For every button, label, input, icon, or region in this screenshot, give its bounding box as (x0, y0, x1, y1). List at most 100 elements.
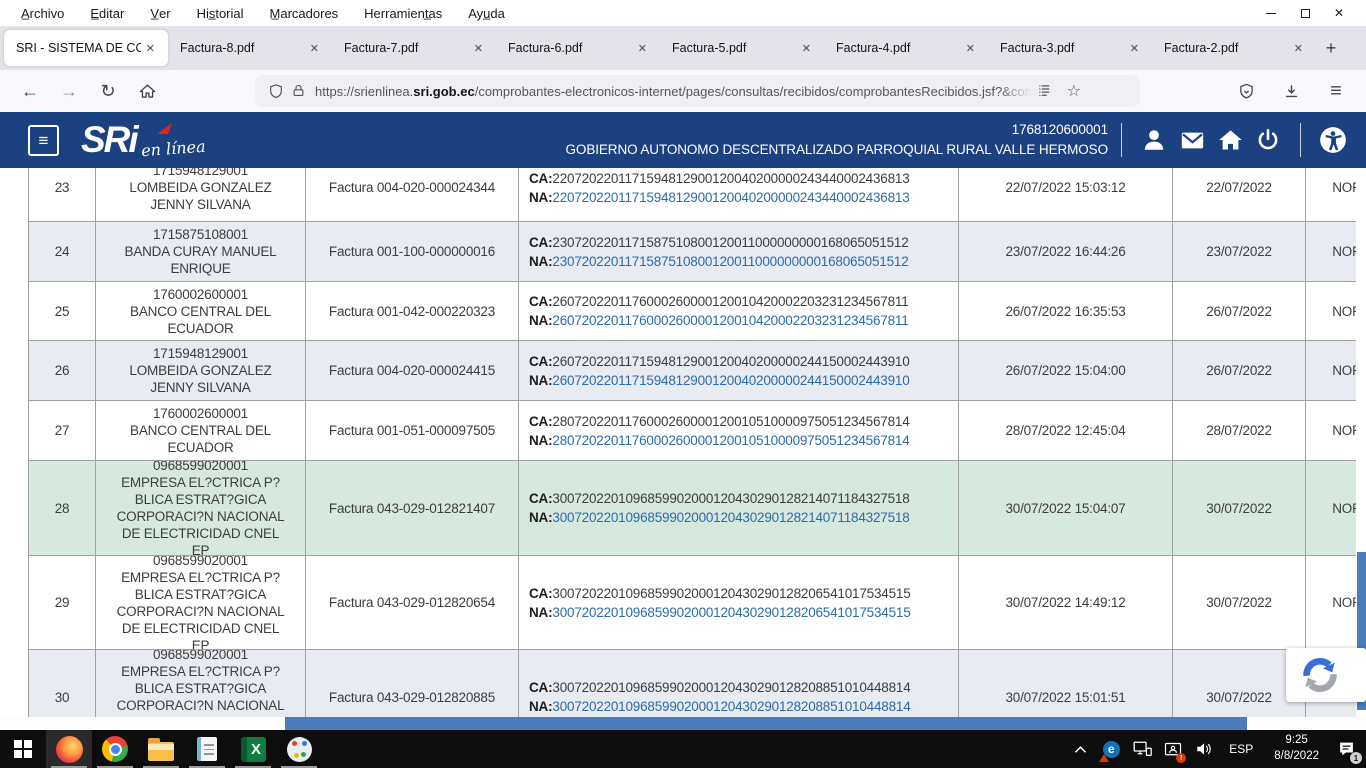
tab-close-icon[interactable]: ✕ (1125, 39, 1144, 58)
app-menu-icon[interactable]: ≡ (1318, 76, 1354, 106)
language-indicator[interactable]: ESP (1223, 742, 1259, 756)
tab-factura-pdf[interactable]: Factura-2.pdf ✕ (1152, 30, 1316, 66)
tab-close-icon[interactable]: ✕ (469, 39, 488, 58)
reload-button[interactable]: ↻ (90, 76, 126, 106)
sri-logo[interactable]: SRi en línea (81, 124, 205, 155)
tab-close-icon[interactable]: ✕ (797, 39, 816, 58)
table-row[interactable]: 27 1760002600001 BANCO CENTRAL DEL ECUAD… (29, 401, 1366, 461)
tab-title: Factura-2.pdf (1164, 41, 1289, 55)
tab-factura-pdf[interactable]: Factura-4.pdf ✕ (824, 30, 988, 66)
row-number-cell: 25 (29, 282, 96, 340)
tray-security-icon[interactable]: ! (1161, 734, 1185, 764)
tab-close-icon[interactable]: ✕ (305, 39, 324, 58)
chevron-up-icon (1074, 745, 1087, 754)
tray-expand-chevron[interactable] (1068, 734, 1092, 764)
bookmark-star-icon[interactable]: ☆ (1060, 78, 1088, 104)
profile-button[interactable] (1135, 121, 1173, 159)
ca-label: CA: (529, 680, 552, 695)
emitter-cell: 1715948129001 LOMBEIDA GONZALEZ JENNY SI… (96, 341, 306, 400)
ca-label: CA: (529, 354, 552, 369)
emitter-name: LOMBEIDA GONZALEZ JENNY SILVANA (116, 362, 285, 396)
emitter-ruc: 0968599020001 (153, 650, 248, 663)
table-row[interactable]: 29 0968599020001 EMPRESA EL?CTRICA P?BLI… (29, 556, 1366, 650)
action-center-button[interactable]: 1 (1334, 734, 1358, 764)
table-row[interactable]: 25 1760002600001 BANCO CENTRAL DEL ECUAD… (29, 282, 1366, 341)
messages-button[interactable] (1173, 121, 1211, 159)
authorization-date-cell: 26/07/2022 16:35:53 (959, 282, 1173, 340)
accessibility-button[interactable] (1314, 121, 1352, 159)
taskbar-explorer-button[interactable] (138, 730, 184, 768)
taskbar-notepad-button[interactable] (184, 730, 230, 768)
tab-factura-pdf[interactable]: Factura-5.pdf ✕ (660, 30, 824, 66)
maximize-button[interactable] (1288, 2, 1322, 24)
taskbar-paint-button[interactable] (276, 730, 322, 768)
na-link[interactable]: 3007202201096859902000120430290128214071… (552, 510, 909, 525)
tab-close-icon[interactable]: ✕ (141, 39, 160, 58)
tab-close-icon[interactable]: ✕ (961, 39, 980, 58)
tab-close-icon[interactable]: ✕ (633, 39, 652, 58)
menu-ayuda[interactable]: Ayu̲da (455, 3, 518, 24)
sidebar-hamburger-button[interactable]: ≡ (28, 125, 59, 156)
na-link[interactable]: 2807202201176000260000120010510000975051… (552, 433, 909, 448)
taskbar-clock[interactable]: 9:25 8/8/2022 (1266, 733, 1327, 764)
table-row[interactable]: 24 1715875108001 BANDA CURAY MANUEL ENRI… (29, 222, 1366, 282)
taskbar-chrome-button[interactable] (92, 730, 138, 768)
na-label: NA: (529, 605, 552, 620)
minimize-button[interactable] (1254, 2, 1288, 24)
na-link[interactable]: 2607202201171594812900120040200000244150… (552, 373, 909, 388)
tab-close-icon[interactable]: ✕ (1289, 39, 1308, 58)
lock-icon[interactable] (287, 78, 309, 104)
reader-mode-icon[interactable] (1032, 78, 1060, 104)
table-row[interactable]: 26 1715948129001 LOMBEIDA GONZALEZ JENNY… (29, 341, 1366, 401)
tab-sri-active[interactable]: SRI - SISTEMA DE COMP ✕ (4, 30, 168, 66)
tab-factura-pdf[interactable]: Factura-8.pdf ✕ (168, 30, 332, 66)
ca-label: CA: (529, 414, 552, 429)
emitter-ruc: 0968599020001 (153, 556, 248, 569)
na-link[interactable]: 2607202201176000260000120010420002203231… (552, 313, 908, 328)
back-button[interactable]: ← (12, 76, 48, 106)
menu-archivo[interactable]: A̲rchivo (8, 3, 77, 24)
emitter-cell: 0968599020001 EMPRESA EL?CTRICA P?BLICA … (96, 556, 306, 649)
network-icon (1133, 741, 1152, 757)
logout-power-button[interactable] (1249, 121, 1287, 159)
menu-historial[interactable]: His̲torial (184, 3, 257, 24)
tray-network-icon[interactable] (1130, 734, 1154, 764)
start-button[interactable] (0, 730, 46, 768)
emission-date-cell: 26/07/2022 (1173, 341, 1306, 400)
na-link[interactable]: 3007202201096859902000120430290128206541… (552, 605, 910, 620)
tray-antivirus-icon[interactable]: e (1099, 734, 1123, 764)
na-link[interactable]: 2307202201171587510800120011000000000168… (552, 254, 908, 269)
authorization-date-cell: 23/07/2022 16:44:26 (959, 222, 1173, 281)
horizontal-scrollbar-track[interactable] (0, 717, 1366, 730)
tab-title: Factura-3.pdf (1000, 41, 1125, 55)
menu-marcadores[interactable]: M̲arcadores (257, 3, 352, 24)
emission-date-cell: 28/07/2022 (1173, 401, 1306, 460)
url-bar[interactable]: https://srienlinea.sri.gob.ec/comprobant… (255, 75, 1140, 107)
recaptcha-badge[interactable] (1286, 648, 1366, 702)
table-row[interactable]: 23 1715948129001 LOMBEIDA GONZALEZ JENNY… (29, 168, 1366, 222)
close-window-button[interactable]: ✕ (1322, 2, 1356, 24)
tab-factura-pdf[interactable]: Factura-7.pdf ✕ (332, 30, 496, 66)
home-button[interactable] (129, 76, 165, 106)
tab-factura-pdf[interactable]: Factura-6.pdf ✕ (496, 30, 660, 66)
forward-button[interactable]: → (51, 76, 87, 106)
new-tab-button[interactable]: + (1316, 33, 1346, 63)
protections-shield-icon[interactable] (1228, 76, 1264, 106)
horizontal-scrollbar-thumb[interactable] (285, 717, 1247, 730)
home-portal-button[interactable] (1211, 121, 1249, 159)
menu-herramientas[interactable]: Herramient̲as (351, 3, 455, 24)
downloads-icon[interactable] (1273, 76, 1309, 106)
authorization-date-cell: 30/07/2022 15:04:07 (959, 461, 1173, 555)
shield-icon[interactable] (265, 78, 287, 104)
taskbar-excel-button[interactable]: X (230, 730, 276, 768)
na-link[interactable]: 3007202201096859902000120430290128208851… (552, 699, 910, 714)
tab-factura-pdf[interactable]: Factura-3.pdf ✕ (988, 30, 1152, 66)
row-number-cell: 26 (29, 341, 96, 400)
menu-editar[interactable]: E̲ditar (77, 3, 137, 24)
window-controls: ✕ (1254, 2, 1366, 24)
table-row[interactable]: 28 0968599020001 EMPRESA EL?CTRICA P?BLI… (29, 461, 1366, 556)
tray-volume-icon[interactable] (1192, 734, 1216, 764)
menu-ver[interactable]: V̲er (137, 3, 183, 24)
na-link[interactable]: 2207202201171594812900120040200000243440… (552, 190, 909, 205)
taskbar-firefox-button[interactable] (46, 730, 92, 768)
